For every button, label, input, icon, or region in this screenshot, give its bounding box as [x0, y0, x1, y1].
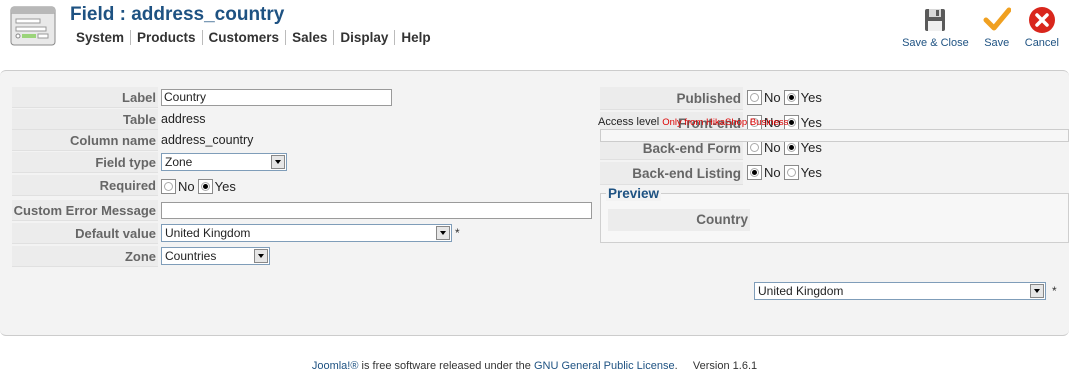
published-radios: No Yes: [747, 89, 825, 109]
version-text: . Version 1.6.1: [674, 360, 758, 372]
field-type-selected: Zone: [165, 155, 193, 169]
access-level-box: [600, 129, 1069, 142]
menu-products[interactable]: Products: [131, 30, 202, 45]
preview-required-asterisk: *: [1052, 284, 1057, 298]
backend-listing-yes-radio[interactable]: [783, 165, 799, 181]
menu-help[interactable]: Help: [395, 30, 436, 45]
footer-text: is free software released under the: [358, 360, 534, 372]
joomla-link[interactable]: Joomla!®: [312, 360, 359, 372]
preview-country-selected: United Kingdom: [758, 284, 844, 298]
access-level-label: Access level: [598, 116, 660, 128]
field-form-icon: [10, 6, 56, 46]
save-button[interactable]: Save: [983, 6, 1011, 49]
required-yes-label: Yes: [214, 179, 236, 195]
save-disk-icon: [925, 9, 946, 31]
zone-selected: Countries: [165, 249, 217, 263]
table-row: Table address: [12, 109, 592, 131]
backend-listing-radios: No Yes: [747, 164, 825, 184]
frontend-yes-label: Yes: [800, 115, 822, 131]
backend-form-radios: No Yes: [747, 139, 825, 159]
backend-listing-key: Back-end Listing: [600, 162, 743, 185]
header: Field : address_country System Products …: [0, 0, 1069, 66]
cancel-label: Cancel: [1024, 37, 1059, 49]
page-title: Field : address_country: [70, 4, 285, 25]
backend-form-yes-label: Yes: [800, 140, 822, 156]
license-link[interactable]: GNU General Public License: [534, 360, 675, 372]
required-row: Required No Yes: [12, 175, 592, 197]
default-value-select[interactable]: United Kingdom: [161, 224, 452, 242]
required-no-label: No: [178, 179, 195, 195]
custom-error-key: Custom Error Message: [12, 200, 158, 221]
table-value: address: [161, 112, 206, 126]
menu-display[interactable]: Display: [334, 30, 394, 45]
required-radios: No Yes: [161, 176, 239, 197]
label-key: Label: [12, 87, 158, 108]
field-type-select[interactable]: Zone: [161, 153, 287, 171]
backend-form-no-label: No: [764, 140, 781, 156]
table-key: Table: [12, 109, 158, 130]
backend-listing-row: Back-end Listing No Yes: [600, 162, 1069, 186]
access-level-note: Only from HikaShop Business: [662, 117, 789, 128]
cancel-button[interactable]: Cancel: [1025, 6, 1059, 49]
required-asterisk: *: [455, 226, 460, 240]
column-name-value: address_country: [161, 133, 254, 147]
column-name-row: Column name address_country: [12, 130, 592, 152]
required-no-radio[interactable]: [161, 179, 176, 195]
footer: Joomla!® is free software released under…: [0, 360, 1069, 372]
preview-legend: Preview: [606, 186, 662, 201]
backend-listing-yes-label: Yes: [800, 165, 822, 181]
required-yes-radio[interactable]: [197, 179, 213, 195]
chevron-down-icon[interactable]: [436, 226, 450, 240]
main-menu: System Products Customers Sales Display …: [70, 30, 437, 45]
default-value-selected: United Kingdom: [165, 226, 251, 240]
backend-listing-no-label: No: [764, 165, 781, 181]
chevron-down-icon[interactable]: [254, 249, 268, 263]
column-name-key: Column name: [12, 130, 158, 151]
toolbar: Save & Close Save Cancel: [888, 6, 1059, 49]
menu-customers[interactable]: Customers: [203, 30, 286, 45]
backend-listing-no-radio[interactable]: [747, 165, 762, 181]
published-key: Published: [600, 87, 743, 110]
save-close-label: Save & Close: [902, 37, 969, 49]
published-row: Published No Yes: [600, 87, 1069, 111]
cancel-x-icon: [1028, 7, 1055, 33]
chevron-down-icon[interactable]: [271, 155, 285, 169]
default-value-key: Default value: [12, 223, 158, 244]
menu-sales[interactable]: Sales: [286, 30, 333, 45]
zone-key: Zone: [12, 246, 158, 267]
access-level: Access level Only from HikaShop Business: [598, 116, 788, 128]
published-no-label: No: [764, 90, 781, 106]
menu-system[interactable]: System: [70, 30, 130, 45]
label-input[interactable]: Country: [161, 89, 392, 106]
custom-error-input[interactable]: [161, 202, 592, 219]
field-type-row: Field type: [12, 152, 592, 174]
published-yes-radio[interactable]: [783, 90, 799, 106]
required-key: Required: [12, 175, 158, 196]
zone-select[interactable]: Countries: [161, 247, 270, 265]
save-close-button[interactable]: Save & Close: [902, 6, 969, 49]
backend-form-yes-radio[interactable]: [783, 140, 799, 156]
chevron-down-icon[interactable]: [1030, 284, 1044, 298]
save-label: Save: [984, 37, 1010, 49]
checkmark-icon: [983, 7, 1011, 31]
published-yes-label: Yes: [800, 90, 822, 106]
field-type-key: Field type: [12, 152, 158, 173]
published-no-radio[interactable]: [747, 90, 762, 106]
backend-form-no-radio[interactable]: [747, 140, 762, 156]
preview-country-key: Country: [608, 209, 750, 231]
zone-row: Zone: [12, 246, 592, 268]
preview-country-select[interactable]: United Kingdom: [754, 282, 1046, 300]
